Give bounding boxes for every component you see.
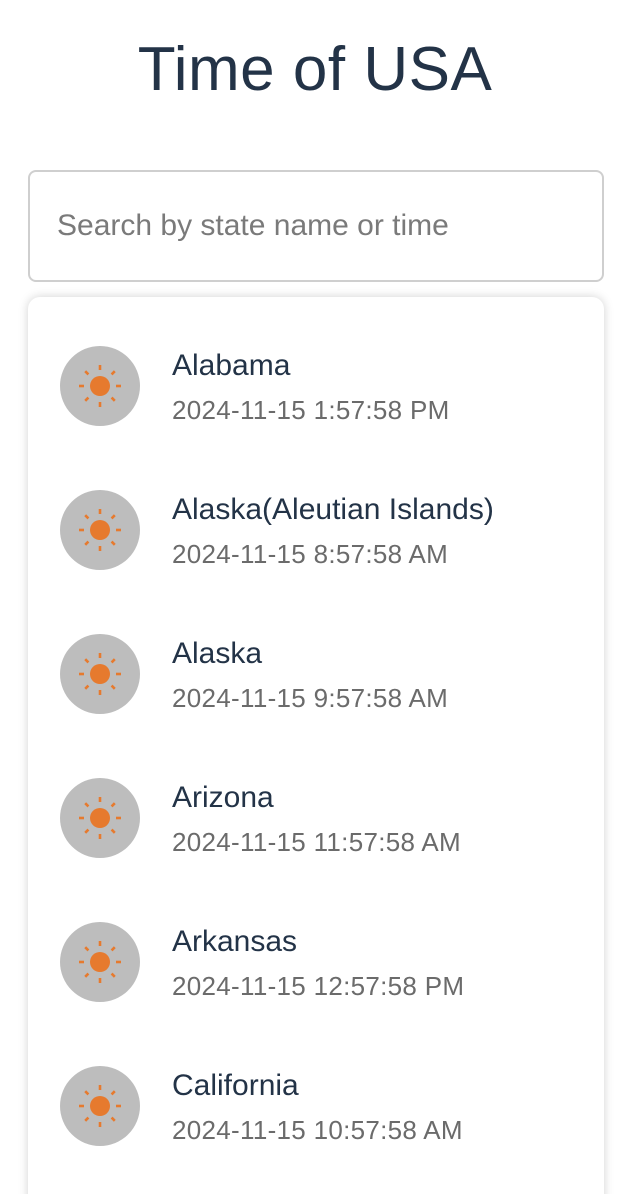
list-item[interactable]: Arizona 2024-11-15 11:57:58 AM xyxy=(28,729,604,873)
state-name: Arkansas xyxy=(172,925,298,958)
list-item[interactable]: California 2024-11-15 10:57:58 AM xyxy=(28,1017,604,1161)
search-input[interactable] xyxy=(30,172,602,280)
state-name: Arizona xyxy=(172,781,274,814)
state-time: 2024-11-15 1:57:58 PM xyxy=(172,395,450,425)
sun-icon xyxy=(79,509,121,551)
page: Time of USA Search by state name or time… xyxy=(0,0,630,1194)
list-item[interactable]: Alaska(Aleutian Islands) 2024-11-15 8:57… xyxy=(28,441,604,585)
avatar xyxy=(60,346,140,426)
state-time: 2024-11-15 12:57:58 PM xyxy=(172,971,465,1001)
sun-icon xyxy=(79,797,121,839)
sun-icon xyxy=(79,941,121,983)
state-time: 2024-11-15 11:57:58 AM xyxy=(172,827,461,857)
avatar xyxy=(60,634,140,714)
sun-icon xyxy=(79,653,121,695)
avatar xyxy=(60,922,140,1002)
state-name: Alaska xyxy=(172,637,263,670)
state-time: 2024-11-15 10:57:58 AM xyxy=(172,1115,463,1145)
list-item[interactable]: Alabama 2024-11-15 1:57:58 PM xyxy=(28,297,604,441)
avatar xyxy=(60,778,140,858)
list-item[interactable]: Arkansas 2024-11-15 12:57:58 PM xyxy=(28,873,604,1017)
avatar xyxy=(60,1066,140,1146)
state-list: Alabama 2024-11-15 1:57:58 PM Alaska(Ale… xyxy=(28,297,604,1194)
avatar xyxy=(60,490,140,570)
page-title: Time of USA xyxy=(137,35,493,104)
state-name: California xyxy=(172,1069,299,1102)
state-name: Alabama xyxy=(172,349,291,382)
search-box[interactable] xyxy=(28,170,604,282)
sun-icon xyxy=(79,365,121,407)
list-item[interactable]: Alaska 2024-11-15 9:57:58 AM xyxy=(28,585,604,729)
state-time: 2024-11-15 8:57:58 AM xyxy=(172,539,449,569)
sun-icon xyxy=(79,1085,121,1127)
state-name: Alaska(Aleutian Islands) xyxy=(172,493,494,526)
state-time: 2024-11-15 9:57:58 AM xyxy=(172,683,449,713)
